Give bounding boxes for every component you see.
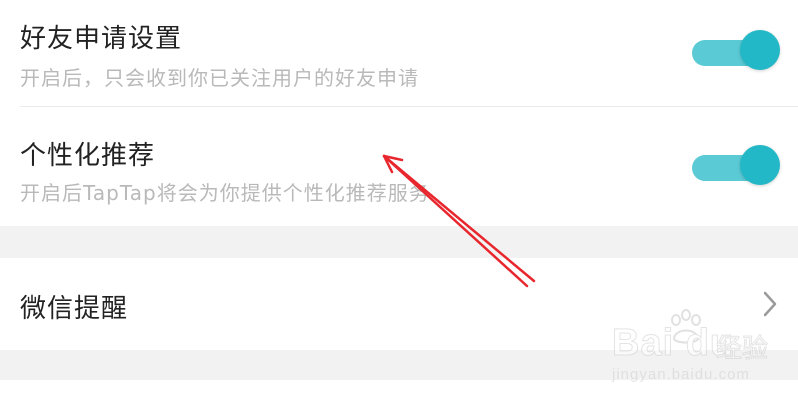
watermark-jingyan: 经验 <box>715 334 769 365</box>
watermark-url: jingyan.baidu.com <box>612 366 750 383</box>
personalized-recommendation-row: 个性化推荐 开启后TapTap将会为你提供个性化推荐服务 <box>0 107 798 226</box>
friend-request-title: 好友申请设置 <box>20 24 183 54</box>
friend-request-row: 好友申请设置 开启后，只会收到你已关注用户的好友申请 <box>0 0 798 106</box>
wechat-reminder-title: 微信提醒 <box>20 294 129 324</box>
friend-request-toggle[interactable] <box>692 30 782 74</box>
settings-card-top: 好友申请设置 开启后，只会收到你已关注用户的好友申请 个性化推荐 开启后TapT… <box>0 0 798 226</box>
personalized-recommendation-title: 个性化推荐 <box>20 141 156 171</box>
personalized-recommendation-description: 开启后TapTap将会为你提供个性化推荐服务 <box>20 181 430 205</box>
personalized-recommendation-toggle[interactable] <box>692 145 782 189</box>
baidu-jingyan-watermark: Bai du 经验 jingyan.baidu.com <box>611 302 798 400</box>
toggle-knob <box>740 30 780 70</box>
friend-request-description: 开启后，只会收到你已关注用户的好友申请 <box>20 66 419 90</box>
toggle-knob <box>740 145 780 185</box>
